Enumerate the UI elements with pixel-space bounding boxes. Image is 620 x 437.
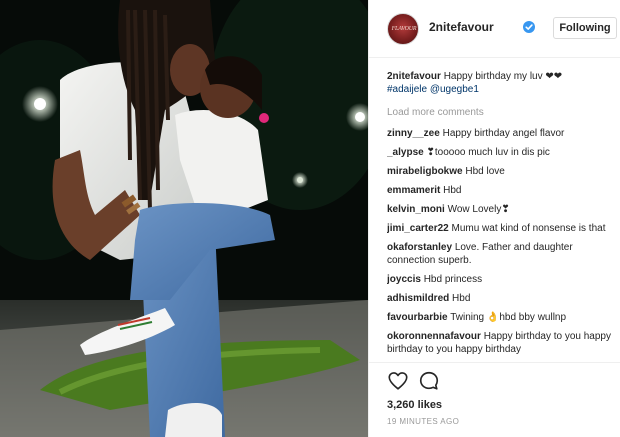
post-timestamp[interactable]: 19 MINUTES AGO [387, 417, 459, 426]
post-actions [387, 370, 467, 392]
comment-text: Twining 👌hbd bby wullnp [450, 312, 567, 323]
avatar[interactable]: FLAVOUR [387, 13, 419, 45]
comment-username[interactable]: adhismildred [387, 293, 449, 304]
comment-username[interactable]: mirabeligbokwe [387, 166, 463, 177]
comment-username[interactable]: favourbarbie [387, 312, 448, 323]
comment-text: Hbd [443, 185, 462, 196]
comment-item: mirabeligbokwe Hbd love [387, 165, 615, 178]
comment-text: Happy birthday angel flavor [442, 128, 565, 139]
comment-username[interactable]: jimi_carter22 [387, 223, 449, 234]
comment-item: okaforstanley Love. Father and daughter … [387, 241, 615, 267]
comment-text: Hbd love [465, 166, 505, 177]
author-username[interactable]: 2nitefavour [429, 20, 494, 34]
comment-username[interactable]: _alypse [387, 147, 424, 158]
comment-item: zinny__zee Happy birthday angel flavor [387, 127, 615, 140]
comment-username[interactable]: kelvin_moni [387, 204, 445, 215]
post-caption: 2nitefavour Happy birthday my luv ❤❤ #ad… [387, 70, 615, 96]
comment-username[interactable]: okaforstanley [387, 242, 452, 253]
comment-item: emmamerit Hbd [387, 184, 615, 197]
comment-item: _alypse ❣tooooo much luv in dis pic [387, 146, 615, 159]
comment-item: joyccis Hbd princess [387, 273, 615, 286]
post-sidebar: FLAVOUR 2nitefavour Following 2nitefavou… [368, 0, 620, 437]
comment-item: favourbarbie Twining 👌hbd bby wullnp [387, 311, 615, 324]
caption-tags[interactable]: #adaijele @ugegbe1 [387, 84, 479, 95]
heart-outline-icon[interactable] [387, 370, 409, 392]
likes-count[interactable]: 3,260 likes [387, 399, 442, 411]
comment-item: jimi_carter22 Mumu wat kind of nonsense … [387, 222, 615, 235]
comments-list[interactable]: 2nitefavour Happy birthday my luv ❤❤ #ad… [387, 66, 615, 360]
comment-item: kelvin_moni Wow Lovely❣ [387, 203, 615, 216]
comment-text: ❣tooooo much luv in dis pic [426, 147, 550, 158]
comment-username[interactable]: joyccis [387, 274, 421, 285]
comment-item: adhismildred Hbd [387, 292, 615, 305]
caption-text: Happy birthday my luv ❤❤ [443, 71, 563, 82]
comment-bubble-icon[interactable] [418, 370, 440, 392]
comment-text: Hbd [452, 293, 471, 304]
comment-username[interactable]: emmamerit [387, 185, 440, 196]
avatar-logo-text: FLAVOUR [391, 26, 417, 32]
caption-username[interactable]: 2nitefavour [387, 71, 441, 82]
load-more-comments-link[interactable]: Load more comments [387, 106, 615, 119]
comment-text: Mumu wat kind of nonsense is that [451, 223, 606, 234]
post-header: FLAVOUR 2nitefavour Following [369, 0, 620, 58]
following-button[interactable]: Following [553, 17, 617, 39]
comment-text: Wow Lovely❣ [447, 204, 510, 215]
comment-username[interactable]: zinny__zee [387, 128, 440, 139]
comment-text: Hbd princess [423, 274, 483, 285]
photo-artwork [0, 0, 368, 437]
post-photo[interactable] [0, 0, 368, 437]
actions-divider [369, 362, 620, 363]
comment-item: okoronnennafavour Happy birthday to you … [387, 330, 615, 356]
verified-badge-icon [523, 21, 535, 33]
comment-username[interactable]: okoronnennafavour [387, 331, 481, 342]
